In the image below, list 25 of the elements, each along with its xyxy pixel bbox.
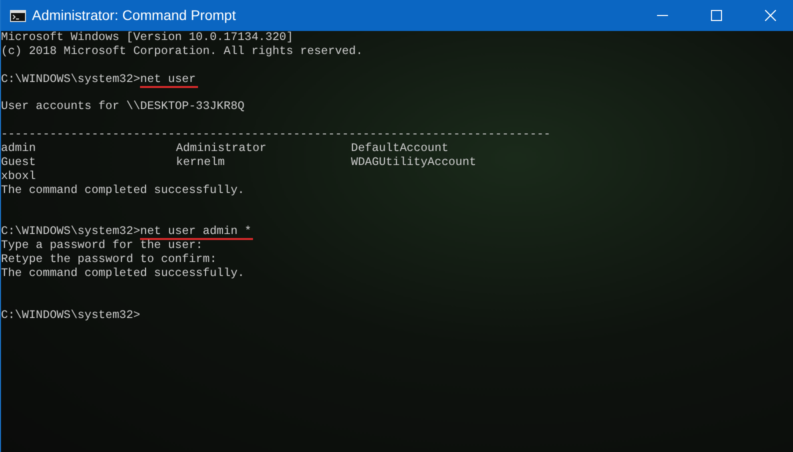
console-output-line: Retype the password to confirm: (1, 253, 217, 268)
window-title: Administrator: Command Prompt (32, 6, 236, 25)
console-output-line: Microsoft Windows [Version 10.0.17134.320] (1, 31, 294, 45)
account-name: Guest (1, 156, 37, 170)
prompt-path: C:\WINDOWS\system32> (1, 72, 140, 87)
account-name: WDAGUtilityAccount (351, 156, 478, 170)
account-name: admin (1, 142, 37, 156)
minimize-icon (656, 15, 668, 16)
account-name: DefaultAccount (351, 142, 450, 156)
console-output-line: User accounts for \\DESKTOP-33JKR8Q (1, 100, 245, 114)
prompt-path: C:\WINDOWS\system32> (1, 225, 140, 240)
console-app-icon (10, 10, 26, 22)
typed-command: net user (140, 72, 198, 88)
close-icon (764, 10, 776, 21)
console-output-line: The command completed successfully. (1, 184, 245, 198)
account-name: Administrator (176, 142, 268, 156)
account-name: xboxl (1, 170, 37, 184)
console-output-line: ------------------------------------------------------------------------------- (1, 128, 551, 142)
prompt-path: C:\WINDOWS\system32> (1, 308, 140, 323)
console-output-line: The command completed successfully. (1, 267, 245, 282)
maximize-icon (710, 10, 722, 21)
typed-command: net user admin * (140, 225, 254, 240)
console-output-line: (c) 2018 Microsoft Corporation. All rights reserved. (1, 44, 363, 59)
account-name: kernelm (176, 156, 226, 170)
console-output-line: Type a password for the user: (1, 239, 203, 254)
